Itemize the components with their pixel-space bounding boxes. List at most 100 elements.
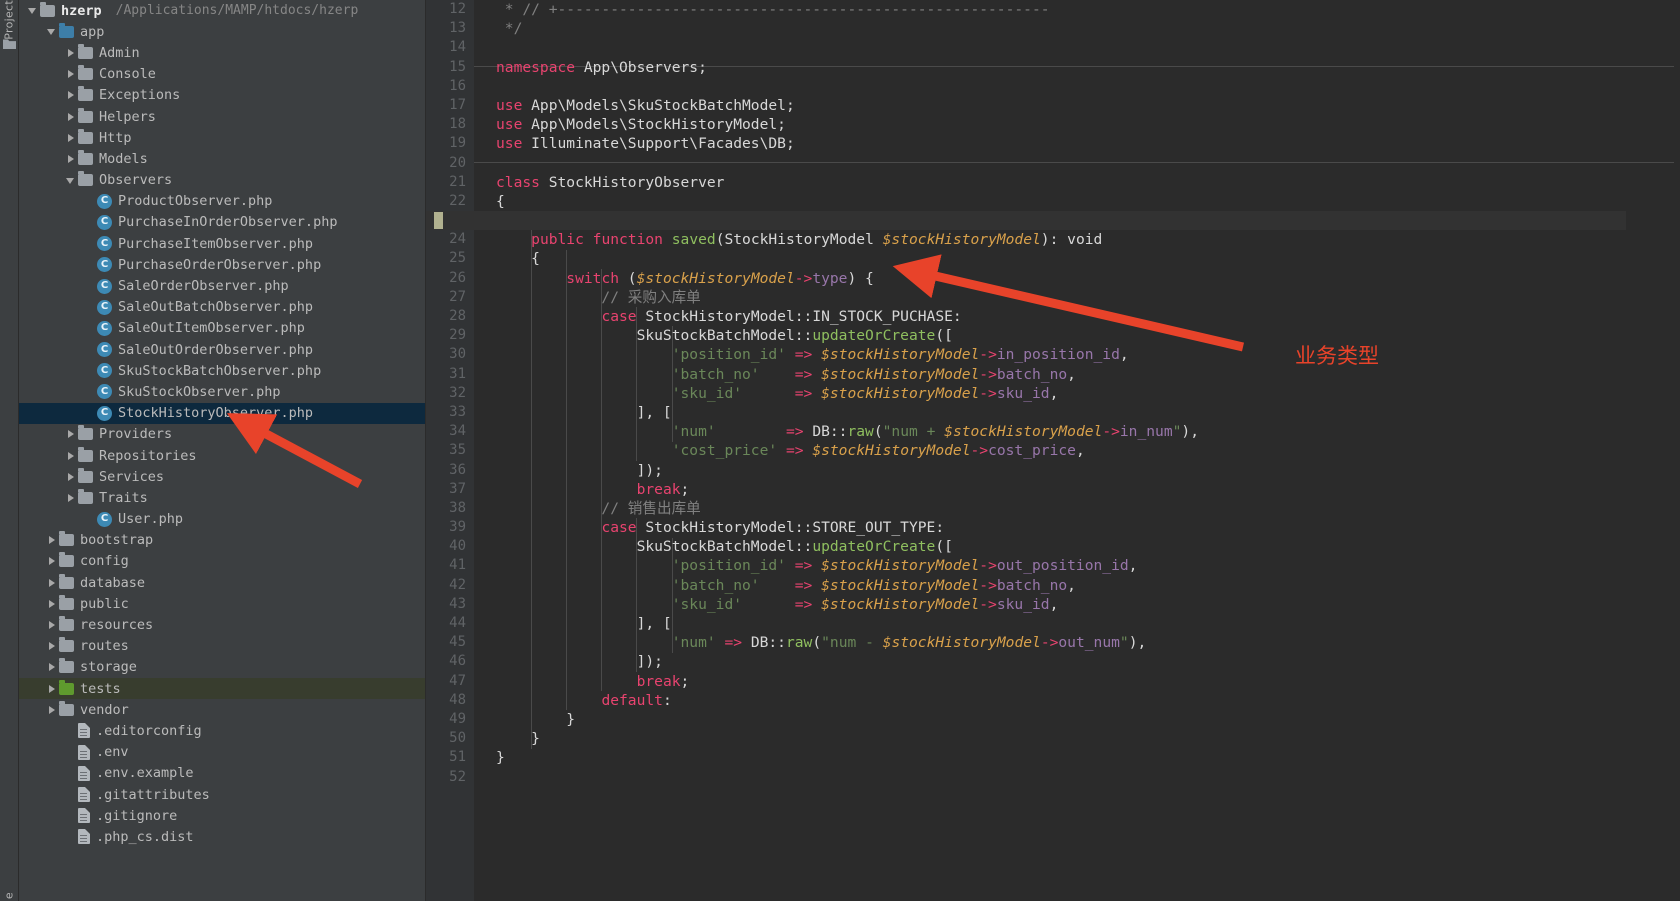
chevron-right-icon[interactable] (65, 428, 78, 441)
line-number: 24 (449, 231, 466, 248)
tree-file-item[interactable]: C ProductObserver.php (19, 191, 425, 212)
code-editor[interactable]: 1213141516171819202122232425262728293031… (426, 0, 1680, 901)
tree-file-item[interactable]: C StockHistoryObserver.php (19, 402, 425, 424)
code-token: in_num (1119, 423, 1173, 441)
code-line: SkuStockBatchModel::updateOrCreate([ (496, 537, 1680, 556)
tree-file-item[interactable]: C SaleOutOrderObserver.php (19, 339, 425, 360)
tree-folder-item[interactable]: bootstrap (19, 530, 425, 551)
tree-file-item[interactable]: .gitignore (19, 805, 425, 826)
tree-folder-item[interactable]: database (19, 572, 425, 593)
tree-folder-item[interactable]: Admin (19, 42, 425, 63)
tree-folder-item[interactable]: tests (19, 678, 425, 700)
code-line: 'position_id' => $stockHistoryModel->out… (496, 556, 1680, 575)
chevron-right-icon[interactable] (65, 68, 78, 81)
tree-file-item[interactable]: C PurchaseOrderObserver.php (19, 254, 425, 275)
chevron-right-icon[interactable] (46, 534, 59, 547)
tree-folder-item[interactable]: Providers (19, 424, 425, 445)
line-number: 17 (449, 96, 466, 113)
chevron-right-icon[interactable] (46, 555, 59, 568)
code-line: 'num' => DB::raw("num - $stockHistoryMod… (496, 633, 1680, 652)
folder-icon (40, 1, 55, 17)
tree-folder-item[interactable]: app (19, 21, 425, 42)
code-text-area[interactable]: * // +----------------------------------… (474, 0, 1680, 901)
chevron-right-icon[interactable] (65, 110, 78, 123)
tree-item-label: app (80, 23, 105, 40)
text-caret (434, 212, 443, 229)
tree-folder-item[interactable]: Traits (19, 487, 425, 508)
tree-file-item[interactable]: C SkuStockBatchObserver.php (19, 360, 425, 381)
tree-folder-item[interactable]: public (19, 593, 425, 614)
tree-file-item[interactable]: .env (19, 742, 425, 763)
tree-folder-item[interactable]: Models (19, 148, 425, 169)
tree-folder-item[interactable]: Console (19, 64, 425, 85)
tool-tab-project[interactable]: Project (3, 0, 16, 40)
tree-file-item[interactable]: C SkuStockObserver.php (19, 381, 425, 402)
folder-icon (59, 616, 74, 632)
code-line: use App\Models\StockHistoryModel; (496, 115, 1680, 134)
tree-folder-item[interactable]: Repositories (19, 445, 425, 466)
chevron-right-icon[interactable] (65, 491, 78, 504)
code-line: case StockHistoryModel::STORE_OUT_TYPE: (496, 518, 1680, 537)
chevron-right-icon[interactable] (46, 597, 59, 610)
chevron-right-icon[interactable] (46, 682, 59, 695)
file-icon (78, 829, 90, 845)
code-token: 'num' (671, 423, 716, 441)
chevron-right-icon[interactable] (46, 576, 59, 589)
chevron-right-icon[interactable] (65, 89, 78, 102)
chevron-right-icon[interactable] (46, 703, 59, 716)
chevron-right-icon[interactable] (65, 449, 78, 462)
tree-folder-item[interactable]: routes (19, 636, 425, 657)
chevron-right-icon[interactable] (65, 46, 78, 59)
code-token: "num - (821, 634, 883, 652)
tree-item-label: Http (99, 129, 132, 146)
file-icon (78, 787, 90, 803)
tree-folder-item[interactable]: Http (19, 127, 425, 148)
tool-tab-structure[interactable]: e (3, 892, 16, 899)
chevron-right-icon[interactable] (65, 152, 78, 165)
tree-file-item[interactable]: .gitattributes (19, 784, 425, 805)
tree-file-item[interactable]: C PurchaseInOrderObserver.php (19, 212, 425, 233)
code-token: -> (979, 384, 997, 402)
tree-folder-item[interactable]: resources (19, 614, 425, 635)
chevron-right-icon[interactable] (46, 661, 59, 674)
project-tree-panel[interactable]: hzerp/Applications/MAMP/htdocs/hzerp app A… (19, 0, 426, 901)
tool-window-strip: Project e (0, 0, 19, 901)
file-icon (78, 808, 90, 824)
tree-folder-item[interactable]: Exceptions (19, 85, 425, 106)
tree-folder-item[interactable]: vendor (19, 699, 425, 720)
chevron-right-icon[interactable] (46, 640, 59, 653)
chevron-down-icon[interactable] (27, 4, 40, 17)
chevron-right-icon[interactable] (65, 131, 78, 144)
code-token: } (496, 749, 505, 767)
tree-folder-item[interactable]: storage (19, 657, 425, 678)
tree-folder-item[interactable]: Observers (19, 170, 425, 191)
tree-file-item[interactable]: C PurchaseItemObserver.php (19, 233, 425, 254)
tree-file-item[interactable]: .env.example (19, 763, 425, 784)
line-number: 48 (449, 691, 466, 708)
code-line: public function saved(StockHistoryModel … (496, 230, 1680, 249)
chevron-right-icon[interactable] (46, 619, 59, 632)
line-number: 37 (449, 480, 466, 497)
tree-folder-item[interactable]: Services (19, 466, 425, 487)
folder-icon (59, 573, 74, 589)
tree-folder-item[interactable]: config (19, 551, 425, 572)
code-line: // 采购入库单 (496, 288, 1680, 307)
tree-folder-item[interactable]: Helpers (19, 106, 425, 127)
tree-file-item[interactable]: C SaleOutBatchObserver.php (19, 297, 425, 318)
code-token: namespace (496, 58, 576, 76)
tree-item-label: .gitattributes (96, 786, 210, 803)
tree-file-item[interactable]: C User.php (19, 509, 425, 530)
tree-folder-item[interactable]: hzerp/Applications/MAMP/htdocs/hzerp (19, 0, 425, 21)
code-token: 'position_id' (671, 346, 786, 364)
tree-file-item[interactable]: .php_cs.dist (19, 826, 425, 847)
tree-file-item[interactable]: C SaleOutItemObserver.php (19, 318, 425, 339)
chevron-down-icon[interactable] (46, 25, 59, 38)
tree-file-item[interactable]: C SaleOrderObserver.php (19, 275, 425, 296)
chevron-right-icon[interactable] (65, 470, 78, 483)
chevron-down-icon[interactable] (65, 174, 78, 187)
tree-file-item[interactable]: .editorconfig (19, 720, 425, 741)
code-token: -> (979, 595, 997, 613)
